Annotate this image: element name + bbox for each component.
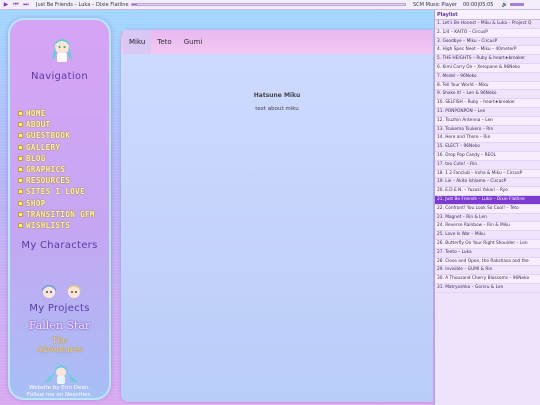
nav-item-shop[interactable]: SHOP bbox=[18, 198, 109, 209]
playlist-item[interactable]: 24. Reverse Rainbow – Rin & Miku bbox=[435, 222, 540, 232]
content-text: text about miku bbox=[255, 106, 299, 112]
project-adventures-line2[interactable]: Adventures bbox=[10, 345, 109, 354]
seek-bar-fill bbox=[132, 4, 138, 5]
playlist-item[interactable]: 18. 1 2 Fanclub – Iroha & Miku – CircusP bbox=[435, 169, 540, 179]
playlist-item[interactable]: 3. Goodbye – Miku – CircusP bbox=[435, 38, 540, 47]
playlist-item[interactable]: 29. Invisible – GUMI & Rin bbox=[435, 266, 540, 276]
playlist-item[interactable]: 12. Tsuzhin Antenna – Len bbox=[435, 116, 540, 126]
bullet-icon bbox=[18, 178, 23, 184]
music-player-bar: ▶ ⏮ ⏭ Just Be Friends – Luka – Dixie Fla… bbox=[0, 0, 540, 10]
nav-label: SHOP bbox=[26, 198, 46, 208]
playlist-item[interactable]: 14. Here and There – Rin bbox=[435, 134, 540, 144]
playlist-item[interactable]: 7. Medel – 96Neko bbox=[435, 73, 540, 82]
nav-menu: HOME ABOUT GUESTBOOK GALLERY BLOG GRAPHI… bbox=[18, 108, 109, 231]
nav-label: GALLERY bbox=[26, 142, 61, 152]
playlist-item[interactable]: 22. Confront! You Look So Cool! – Teto bbox=[435, 204, 540, 214]
content-title: Hatsune Miku bbox=[253, 92, 301, 99]
bullet-icon bbox=[18, 155, 23, 161]
playlist-item[interactable]: 16. Drop Pop Candy – REOL bbox=[435, 151, 540, 161]
playlist-item[interactable]: 10. SELFISH – Ruby – heart★breaker bbox=[435, 99, 540, 108]
credit-line-1: Website by Erin Dean. bbox=[29, 385, 90, 391]
playlist-item[interactable]: 1. Let's Be Honest – Miku & Luka – Proje… bbox=[435, 20, 540, 29]
playlist-item[interactable]: 5. THE HEIGHTS – Ruby & heart★breaker bbox=[435, 55, 540, 64]
nav-item-transition-gfm[interactable]: TRANSITION GFM bbox=[18, 209, 109, 220]
nav-label: GRAPHICS bbox=[26, 165, 66, 175]
volume-icon[interactable]: 🔊 bbox=[501, 2, 507, 8]
now-playing-title: Just Be Friends – Luka – Dixie Flatline bbox=[36, 1, 129, 8]
projects-title: My Projects bbox=[29, 303, 90, 314]
bullet-icon bbox=[18, 211, 23, 217]
playlist-panel: Playlist 1. Let's Be Honest – Miku & Luk… bbox=[434, 10, 540, 405]
seek-bar[interactable] bbox=[131, 3, 406, 6]
tab-miku[interactable]: Miku bbox=[123, 30, 152, 54]
tab-bar: Miku Teto Gumi bbox=[121, 30, 433, 54]
nav-item-wishlists[interactable]: WISHLISTS bbox=[18, 220, 109, 231]
playlist-title: Playlist bbox=[435, 10, 540, 20]
previous-icon[interactable]: ⏮ bbox=[12, 1, 20, 9]
nav-label: SITES I LOVE bbox=[26, 187, 85, 197]
playlist-item[interactable]: 21. Just Be Friends – Luka – Dixie Flatl… bbox=[435, 195, 540, 205]
nav-label: ABOUT bbox=[26, 120, 51, 130]
sidebar: Navigation HOME ABOUT GUESTBOOK GALLERY … bbox=[8, 18, 111, 400]
project-adventures-line1[interactable]: The bbox=[10, 336, 109, 345]
bullet-icon bbox=[18, 167, 23, 173]
project-fallen-star[interactable]: Fallen Star bbox=[10, 319, 109, 332]
volume-slider[interactable] bbox=[509, 3, 524, 6]
playlist-item[interactable]: 8. Tell Your World – Miku bbox=[435, 81, 540, 91]
bullet-icon bbox=[18, 133, 23, 139]
playlist-item[interactable]: 27. Teeto – Luka bbox=[435, 249, 540, 258]
chibi-avatar-icon bbox=[52, 39, 72, 62]
credit-link[interactable]: Follow me on Neocities. bbox=[10, 392, 109, 398]
playlist-item[interactable]: 11. PONPONPON – Len bbox=[435, 108, 540, 117]
nav-label: RESOURCES bbox=[26, 176, 71, 186]
nav-label: HOME bbox=[26, 109, 46, 119]
nav-item-guestbook[interactable]: GUESTBOOK bbox=[18, 130, 109, 141]
bullet-icon bbox=[18, 200, 23, 206]
bullet-icon bbox=[18, 122, 23, 128]
character-avatar-icon[interactable] bbox=[65, 282, 83, 300]
nav-item-home[interactable]: HOME bbox=[18, 108, 109, 119]
nav-label: TRANSITION GFM bbox=[26, 209, 95, 219]
playlist-item[interactable]: 25. Love Is War – Miku bbox=[435, 231, 540, 240]
play-icon[interactable]: ▶ bbox=[2, 1, 10, 9]
nav-item-gallery[interactable]: GALLERY bbox=[18, 142, 109, 153]
nav-label: BLOG bbox=[26, 153, 46, 163]
character-avatar-icon[interactable] bbox=[40, 282, 58, 300]
playlist-item[interactable]: 15. ELECT – 96Neko bbox=[435, 143, 540, 152]
bullet-icon bbox=[18, 111, 23, 117]
playlist-item[interactable]: 31. Matryoshka – Gorsru & Len bbox=[435, 284, 540, 293]
nav-item-about[interactable]: ABOUT bbox=[18, 119, 109, 130]
player-name: SCM Music Player bbox=[413, 1, 457, 8]
playlist-item[interactable]: 6. Kimi Carry On – Xeropane & 96Neko bbox=[435, 63, 540, 73]
playlist-item[interactable]: 28. Close and Open, the Rakshasa and the bbox=[435, 257, 540, 267]
tab-teto[interactable]: Teto bbox=[151, 30, 177, 54]
bullet-icon bbox=[18, 144, 23, 150]
nav-item-resources[interactable]: RESOURCES bbox=[18, 175, 109, 186]
nav-label: GUESTBOOK bbox=[26, 131, 71, 141]
playlist-item[interactable]: 13. Tsukema Tsukero – Rin bbox=[435, 126, 540, 135]
nav-item-graphics[interactable]: GRAPHICS bbox=[18, 164, 109, 175]
playlist-item[interactable]: 30. A Thousand Cherry Blossoms – 96Neko bbox=[435, 275, 540, 284]
main-content: Miku Teto Gumi Hatsune Miku text about m… bbox=[121, 30, 433, 402]
playlist-item[interactable]: 23. Magnet – Rin & Len bbox=[435, 214, 540, 223]
playlist-item[interactable]: 2. 1/4 – KAITO – CircusP bbox=[435, 28, 540, 38]
playlist-list: 1. Let's Be Honest – Miku & Luka – Proje… bbox=[435, 20, 540, 293]
playlist-item[interactable]: 20. E.D.E.N. – Yuzuki Yakari – Ryo bbox=[435, 187, 540, 196]
nav-item-blog[interactable]: BLOG bbox=[18, 153, 109, 164]
time-readout: 00:00|05:05 bbox=[462, 1, 494, 8]
playlist-item[interactable]: 26. Butterfly On Your Right Shoulder – L… bbox=[435, 239, 540, 249]
nav-label: WISHLISTS bbox=[26, 220, 71, 230]
bullet-icon bbox=[18, 222, 23, 228]
playlist-item[interactable]: 19. Lie – Akito Ishiame – CircusP bbox=[435, 178, 540, 188]
miku-sprite-icon bbox=[44, 365, 78, 384]
navigation-title: Navigation bbox=[31, 71, 88, 82]
bullet-icon bbox=[18, 189, 23, 195]
next-icon[interactable]: ⏭ bbox=[22, 1, 30, 9]
tab-gumi[interactable]: Gumi bbox=[178, 30, 209, 54]
playlist-item[interactable]: 9. Shake It! – Len & 96Neko bbox=[435, 90, 540, 100]
playlist-item[interactable]: 17. too Cute! – Rin bbox=[435, 161, 540, 170]
nav-item-sites-i-love[interactable]: SITES I LOVE bbox=[18, 186, 109, 197]
characters-title: My Characters bbox=[21, 240, 98, 251]
playlist-item[interactable]: 4. High Spec Neet – Miku – 40meterP bbox=[435, 46, 540, 56]
